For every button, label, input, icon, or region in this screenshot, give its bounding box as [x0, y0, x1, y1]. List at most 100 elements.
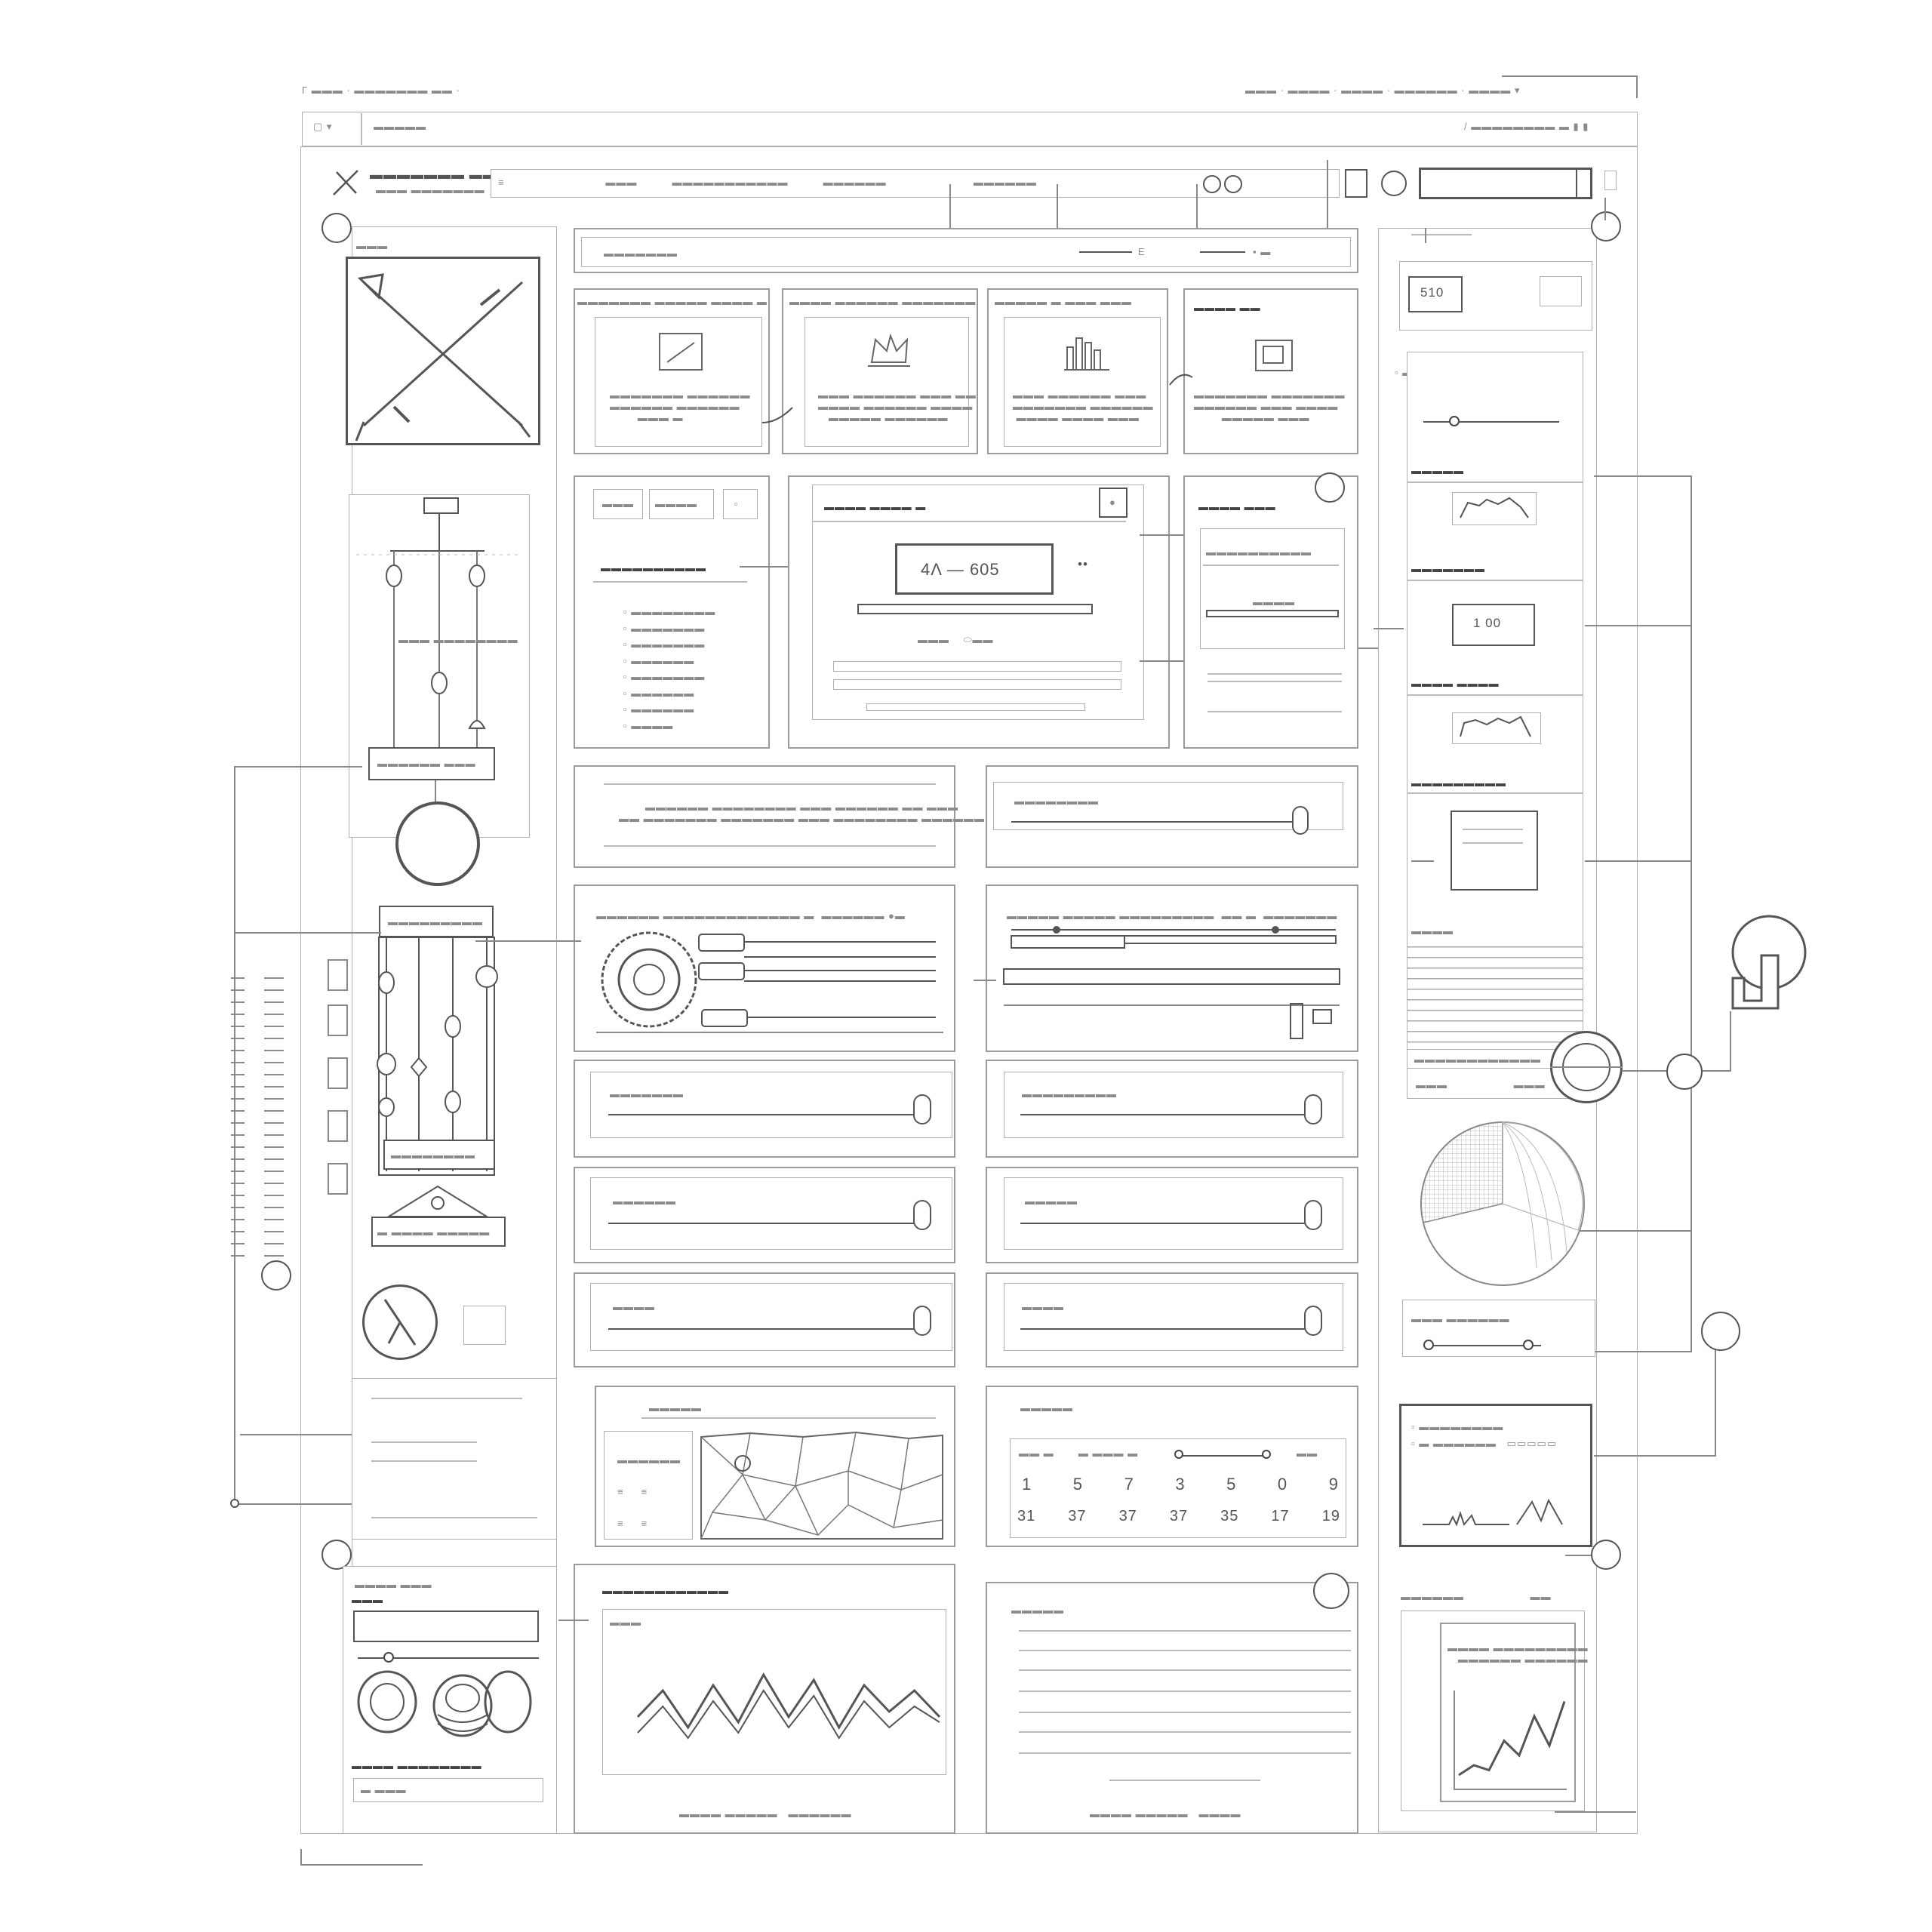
right-rail-drop — [1715, 1345, 1716, 1457]
calendar-day[interactable]: 17 — [1271, 1508, 1289, 1525]
value-row-3 — [866, 703, 1085, 711]
clock-hands — [383, 1299, 417, 1346]
left-bottom-collapse-icon[interactable] — [321, 1540, 352, 1570]
calendar-day[interactable]: 37 — [1119, 1508, 1137, 1525]
left-rail-link-2 — [234, 932, 381, 934]
slider-card-top-handle[interactable] — [1292, 806, 1309, 835]
calendar-day[interactable]: 35 — [1220, 1508, 1238, 1525]
logo-icon — [333, 170, 358, 195]
target-crosshair-h — [1550, 1066, 1623, 1068]
right-mini-slider-knob-a[interactable] — [1423, 1340, 1434, 1350]
left-collapse-icon[interactable] — [321, 213, 352, 243]
slider-card-5-handle[interactable] — [913, 1306, 931, 1336]
calendar-row-2: 31 37 37 37 35 17 19 — [1017, 1508, 1340, 1525]
slider-card-top-track[interactable] — [1011, 821, 1304, 823]
menu-icon[interactable] — [1604, 171, 1617, 190]
right-rail-handle[interactable] — [1701, 1312, 1740, 1351]
right-list-lines — [1407, 946, 1583, 1060]
right-bottom-handle[interactable] — [1591, 1540, 1621, 1570]
left-bottom-input[interactable] — [353, 1611, 539, 1642]
filter-list[interactable]: ▫ ▬▬▬▬▬▬▬▬ ▫ ▬▬▬▬▬▬▬ ▫ ▬▬▬▬▬▬▬ ▫ ▬▬▬▬▬▬ ▫ ▬▬… — [623, 604, 715, 734]
filter-chip-3[interactable] — [723, 489, 758, 519]
address-field[interactable]: ▬▬▬▬▬ — [374, 121, 426, 132]
left-rail-link-3 — [240, 1434, 365, 1435]
calendar-day[interactable]: 5 — [1226, 1475, 1236, 1494]
right-document-thumb[interactable] — [1451, 811, 1538, 891]
node-icon[interactable] — [1666, 1054, 1703, 1090]
slider-card-6-handle[interactable] — [1304, 1306, 1322, 1336]
chart-icon — [659, 333, 703, 371]
search-toggle-icon[interactable] — [1203, 175, 1221, 193]
map-card-title: ▬▬▬▬▬ — [649, 1402, 702, 1414]
calendar-card-title: ▬▬▬▬▬ — [1020, 1402, 1073, 1414]
list-card-badge[interactable] — [1313, 1573, 1349, 1609]
right-collapse-icon[interactable] — [1591, 211, 1621, 242]
toolbar-range-a[interactable] — [1079, 251, 1132, 253]
calendar-range-knob-b[interactable] — [1262, 1450, 1271, 1459]
bottom-left-rule-v — [300, 1849, 302, 1866]
slider-card-1-handle[interactable] — [913, 1094, 931, 1124]
calendar-day[interactable]: 3 — [1175, 1475, 1185, 1494]
calendar-range-track[interactable] — [1176, 1455, 1266, 1457]
top-nav[interactable]: ▬▬▬ · ▬▬▬▬ · ▬▬▬▬ · ▬▬▬▬▬▬ · ▬▬▬▬ ▾ — [1245, 85, 1520, 97]
lock-icon[interactable] — [1718, 915, 1808, 1016]
left-notes-card — [352, 1378, 557, 1540]
left-rail-handle[interactable] — [261, 1260, 291, 1291]
stat-card-1-text: ▬▬▬▬▬▬▬ ▬▬▬▬▬▬ ▬▬▬▬▬▬ ▬▬▬▬▬▬ ▬▬▬ ▬ — [610, 389, 751, 423]
slider-card-1-label: ▬▬▬▬▬▬▬ — [610, 1088, 684, 1100]
calendar-day[interactable]: 37 — [1170, 1508, 1188, 1525]
search-clear-icon[interactable] — [1224, 175, 1242, 193]
slider-card-2-handle[interactable] — [1304, 1094, 1322, 1124]
detail-card-label: ▬▬▬▬ — [1253, 596, 1295, 608]
tools-icon — [355, 273, 531, 441]
calendar-range-knob-a[interactable] — [1174, 1450, 1183, 1459]
slider-card-5-track[interactable] — [608, 1328, 915, 1330]
browser-breadcrumb[interactable]: Γ ▬▬▬ · ▬▬▬▬▬▬▬ ▬▬ · — [302, 85, 460, 96]
calendar-day[interactable]: 9 — [1329, 1475, 1339, 1494]
tab-controls[interactable]: ▢ ▾ — [313, 121, 332, 133]
flow-node-mid-label: ▬▬▬▬▬▬▬▬▬ — [388, 916, 483, 928]
slider-card-top-label: ▬▬▬▬▬▬▬▬ — [1014, 795, 1099, 807]
right-mini-slider-knob-b[interactable] — [1523, 1340, 1534, 1350]
slider-card-4-handle[interactable] — [1304, 1200, 1322, 1230]
slider-card-6-track[interactable] — [1020, 1328, 1316, 1330]
calendar-day[interactable]: 31 — [1017, 1508, 1035, 1525]
search-filters[interactable]: ≡ ▬▬▬ ▬▬▬▬▬▬▬▬▬▬▬ ▬▬▬▬▬▬ ▬▬▬▬▬▬ — [498, 177, 1037, 188]
right-slider-1[interactable] — [1423, 421, 1559, 423]
detail-card-badge[interactable] — [1315, 472, 1345, 503]
stat-card-2-title: ▬▬▬▬ ▬▬▬▬▬▬ ▬▬▬▬▬▬▬ — [789, 296, 977, 307]
value-card-title: ▬▬▬▬ ▬▬▬▬ ▬ — [824, 501, 927, 512]
app-subtitle: ▬▬▬ ▬▬▬▬▬▬▬ — [376, 184, 485, 195]
calendar-range-end: ▬▬ — [1297, 1447, 1318, 1459]
slider-card-3-handle[interactable] — [913, 1200, 931, 1230]
value-tab-labels[interactable]: ▬▬▬ ⬭▬▬ — [918, 634, 994, 646]
calendar-header-labels: ▬▬ ▬ ▬ ▬▬▬ ▬ — [1019, 1447, 1139, 1459]
gear-gauge-icon — [596, 931, 943, 1033]
calendar-day[interactable]: 1 — [1022, 1475, 1032, 1494]
slider-card-2-track[interactable] — [1020, 1114, 1316, 1115]
right-rail-link-5 — [1594, 1351, 1692, 1352]
slider-card-4-track[interactable] — [1020, 1223, 1316, 1224]
slider-card-1-inner — [590, 1072, 952, 1138]
right-slider-1-knob[interactable] — [1449, 416, 1460, 426]
calendar-day[interactable]: 0 — [1278, 1475, 1287, 1494]
toolbar-range-b[interactable] — [1200, 251, 1245, 253]
list-row-1 — [1019, 1630, 1351, 1632]
toolbar-label: ▬▬▬▬▬▬▬ — [604, 248, 678, 259]
export-icon[interactable] — [463, 1306, 506, 1345]
calendar-day[interactable]: 7 — [1124, 1475, 1134, 1494]
address-right-tools[interactable]: / ▬▬▬▬▬▬▬▬ ▬ ▮ ▮ — [1464, 121, 1589, 133]
calendar-day[interactable]: 19 — [1322, 1508, 1340, 1525]
account-input[interactable] — [1419, 168, 1592, 199]
right-sparkline-1-svg — [1460, 497, 1529, 518]
left-notes-line-3 — [371, 1460, 477, 1462]
right-list-pager[interactable]: ▬▬▬ ▬▬▬ — [1416, 1079, 1546, 1091]
slider-card-1-track[interactable] — [608, 1114, 915, 1115]
calendar-day[interactable]: 37 — [1068, 1508, 1086, 1525]
right-bottom-chart-axis — [1454, 1690, 1455, 1789]
search-button[interactable] — [1345, 169, 1367, 198]
left-bottom-footer-input-text: ▬ ▬▬▬ — [361, 1784, 407, 1795]
calendar-day[interactable]: 5 — [1073, 1475, 1083, 1494]
gear-icon[interactable] — [1381, 171, 1407, 196]
slider-card-3-track[interactable] — [608, 1223, 915, 1224]
